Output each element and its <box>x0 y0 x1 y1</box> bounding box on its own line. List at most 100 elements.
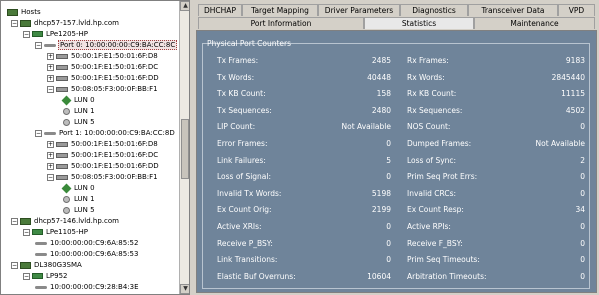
collapse-icon[interactable]: − <box>23 30 30 38</box>
counter-value: 11115 <box>561 89 585 99</box>
counter-label: Rx Frames: <box>407 56 449 65</box>
tree-node[interactable]: +50:00:1F:E1:50:01:6F:DD <box>47 161 160 171</box>
target-icon <box>56 75 68 81</box>
tree-node[interactable]: 10:00:00:00:C9:6A:85:52 <box>35 238 139 248</box>
tab-target-mapping[interactable]: Target Mapping <box>242 4 318 16</box>
counter-value: 0 <box>386 255 391 265</box>
expand-icon[interactable]: + <box>47 140 54 148</box>
collapse-icon[interactable]: − <box>23 272 30 280</box>
tree-node[interactable]: LUN 5 <box>61 117 96 127</box>
tree-node-label: LP952 <box>46 272 68 280</box>
tab-port-information[interactable]: Port Information <box>198 17 364 29</box>
counter-value: 0 <box>580 222 585 231</box>
counter-value: 2845440 <box>551 72 585 82</box>
host-icon <box>20 217 31 225</box>
counter-value: 4502 <box>565 105 585 115</box>
tab-driver-parameters[interactable]: Driver Parameters <box>318 4 400 16</box>
counter-value: 5 <box>386 155 391 165</box>
tree-node-label: 50:00:1F:E1:50:01:6F:DC <box>71 63 159 71</box>
scrollbar-thumb[interactable] <box>181 119 189 179</box>
target-icon <box>56 152 68 158</box>
collapse-icon[interactable]: − <box>23 228 30 236</box>
tree-node[interactable]: +50:00:1F:E1:50:01:6F:D8 <box>47 139 159 149</box>
scroll-down-arrow-icon[interactable]: ▼ <box>180 284 189 294</box>
counter-label: NOS Count: <box>407 122 451 132</box>
counter-value: 10604 <box>367 271 391 281</box>
group-title: Physical Port Counters <box>207 39 292 48</box>
tab-transceiver-data[interactable]: Transceiver Data <box>468 4 558 16</box>
counter-label: Rx KB Count: <box>407 89 457 99</box>
tree-node[interactable]: Hosts <box>7 7 42 17</box>
tree-node[interactable]: LUN 0 <box>61 95 96 105</box>
tree-node-label: DL380G3SMA <box>34 261 82 269</box>
tab-maintenance[interactable]: Maintenance <box>474 17 595 29</box>
lun-icon <box>61 95 72 105</box>
tree-node[interactable]: − 50:08:05:F3:00:0F:BB:F1 <box>47 84 159 94</box>
lun-disk-icon <box>63 195 70 203</box>
collapse-icon[interactable]: − <box>11 261 18 269</box>
collapse-icon[interactable]: − <box>11 19 18 27</box>
counter-value: 0 <box>580 238 585 248</box>
collapse-icon[interactable]: − <box>11 217 18 225</box>
collapse-icon[interactable]: − <box>35 41 42 49</box>
tree-node[interactable]: 10:00:00:00:C9:6A:85:53 <box>35 249 139 259</box>
hba-icon <box>32 229 43 235</box>
expand-icon[interactable]: + <box>47 162 54 170</box>
counter-value: 9183 <box>565 56 585 65</box>
tree-node[interactable]: − dhcp57-157.lvld.hp.com <box>11 18 120 28</box>
tree-node[interactable]: +50:00:1F:E1:50:01:6F:DC <box>47 150 159 160</box>
counter-value: 40448 <box>367 72 391 82</box>
counter-label: Rx Words: <box>407 72 445 82</box>
tree-node[interactable]: − LPe1205-HP <box>23 29 89 39</box>
counter-label: Active XRIs: <box>217 222 262 231</box>
tree-node[interactable]: − dhcp57-146.lvld.hp.com <box>11 216 120 226</box>
tree-node[interactable]: 10:00:00:00:C9:28:B4:3E <box>35 282 140 292</box>
tree-node-label: 50:00:1F:E1:50:01:6F:D8 <box>71 140 158 148</box>
tab-statistics[interactable]: Statistics <box>364 17 474 29</box>
scroll-up-arrow-icon[interactable]: ▲ <box>180 1 189 11</box>
tree-node[interactable]: − Port 0: 10:00:00:00:C9:BA:CC:8C <box>35 40 178 50</box>
tree-node-label: dhcp57-157.lvld.hp.com <box>34 19 119 27</box>
collapse-icon[interactable]: − <box>47 173 54 181</box>
tree-node[interactable]: LUN 0 <box>61 183 96 193</box>
collapse-icon[interactable]: − <box>35 129 42 137</box>
tree-node[interactable]: +50:00:1F:E1:50:01:6F:DC <box>47 62 159 72</box>
tree-scrollbar[interactable]: ▲ ▼ <box>179 1 189 294</box>
target-icon <box>56 174 68 180</box>
tab-diagnostics[interactable]: Diagnostics <box>400 4 468 16</box>
expand-icon[interactable]: + <box>47 151 54 159</box>
counter-label: Loss of Sync: <box>407 155 457 165</box>
tab-dhchap[interactable]: DHCHAP <box>198 4 242 16</box>
expand-icon[interactable]: + <box>47 74 54 82</box>
lun-disk-icon <box>63 118 70 126</box>
tree-node[interactable]: LUN 1 <box>61 194 96 204</box>
statistics-content: Physical Port Counters Tx Frames: 2485 Tx … <box>196 30 597 293</box>
tree-node[interactable]: +50:00:1F:E1:50:01:6F:DD <box>47 73 160 83</box>
tree-node[interactable]: LUN 5 <box>61 205 96 215</box>
counter-value: 2480 <box>371 105 391 115</box>
tree-node[interactable]: LUN 1 <box>61 106 96 116</box>
tree-node[interactable]: − 50:08:05:F3:00:0F:BB:F1 <box>47 172 159 182</box>
tree-node-label: 10:00:00:00:C9:6A:85:52 <box>50 239 139 247</box>
lun-disk-icon <box>63 206 70 214</box>
tree-node-label: LUN 5 <box>74 206 95 214</box>
tree-node-label: 50:00:1F:E1:50:01:6F:D8 <box>71 52 158 60</box>
tree-node[interactable]: − Port 1: 10:00:00:00:C9:BA:CC:8D <box>35 128 176 138</box>
collapse-icon[interactable]: − <box>47 85 54 93</box>
counter-value: 0 <box>580 122 585 132</box>
tab-vpd[interactable]: VPD <box>558 4 595 16</box>
tree-node[interactable]: − LP952 <box>23 271 68 281</box>
counter-label: Tx Frames: <box>217 56 259 65</box>
tree-node-label: Port 1: 10:00:00:00:C9:BA:CC:8D <box>59 129 175 137</box>
host-tree-panel[interactable]: Hosts − dhcp57-157.lvld.hp.com − LPe1205-HP −… <box>0 0 190 295</box>
tree-node[interactable]: − DL380G3SMA <box>11 260 83 270</box>
tree-node-label: LPe1205-HP <box>46 30 89 38</box>
tree-node[interactable]: +50:00:1F:E1:50:01:6F:D8 <box>47 51 159 61</box>
counter-value: 0 <box>580 271 585 281</box>
counter-label: Arbitration Timeouts: <box>407 271 487 281</box>
counter-label: Tx KB Count: <box>217 89 266 99</box>
expand-icon[interactable]: + <box>47 52 54 60</box>
tree-node[interactable]: − LPe1105-HP <box>23 227 89 237</box>
expand-icon[interactable]: + <box>47 63 54 71</box>
counter-value: 0 <box>580 255 585 265</box>
